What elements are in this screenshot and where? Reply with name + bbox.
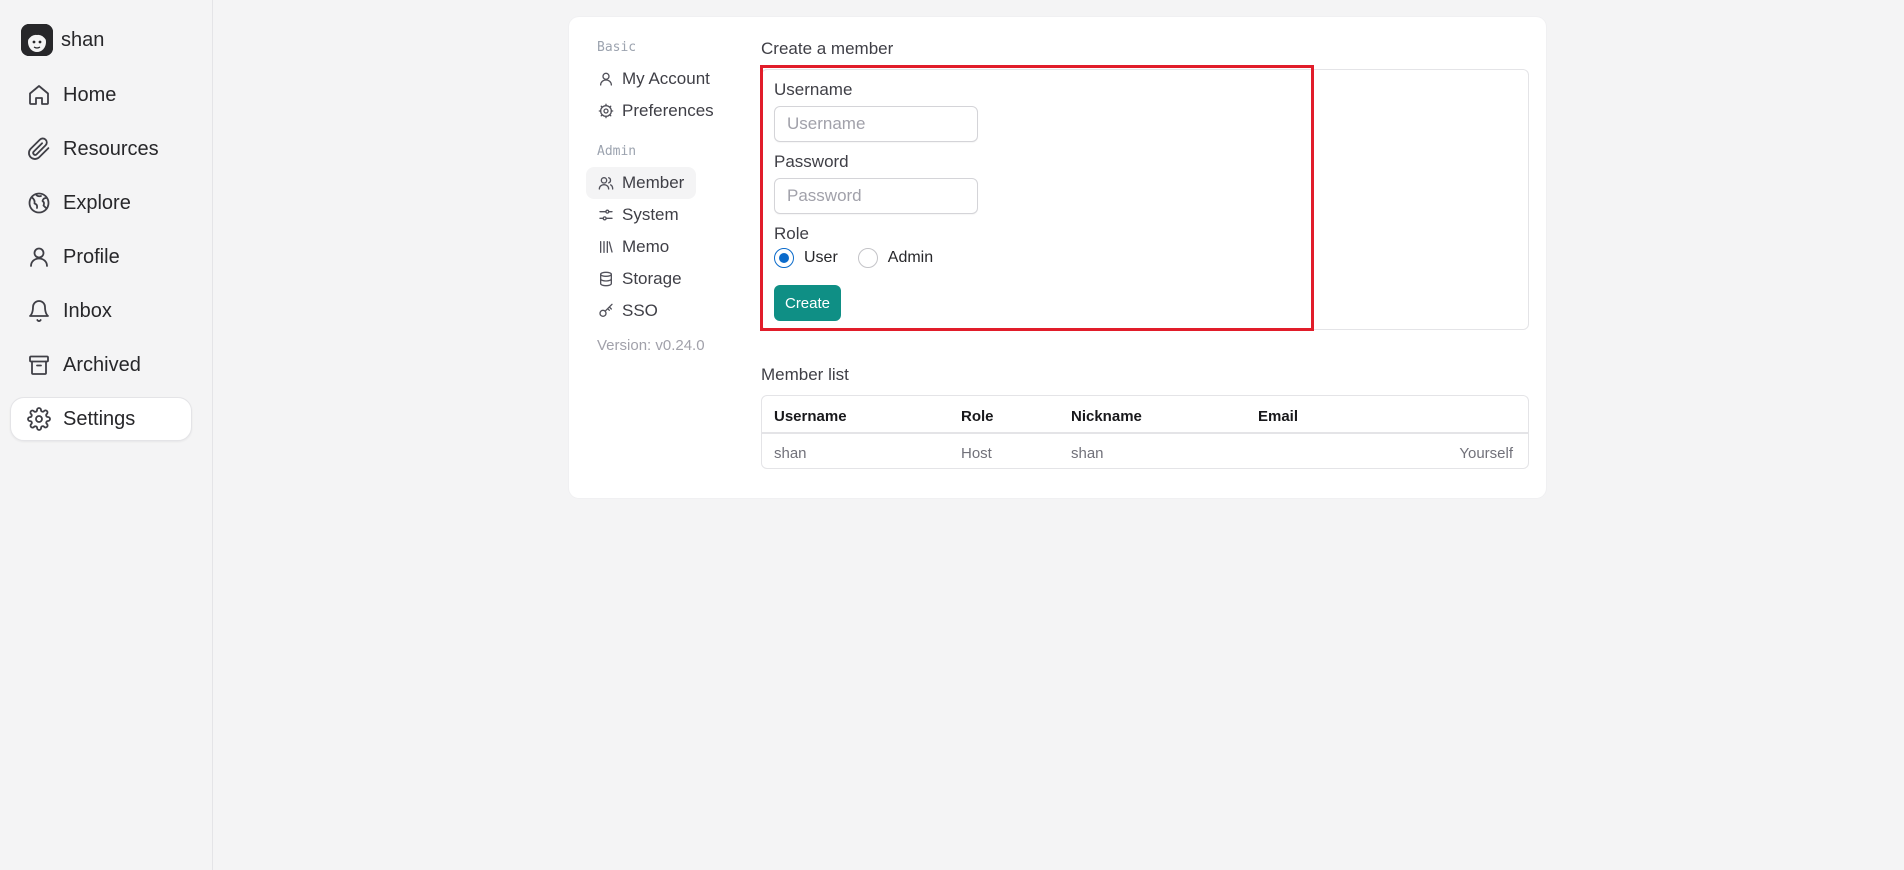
user-icon bbox=[30, 247, 48, 267]
nav-item-label: Settings bbox=[63, 407, 136, 430]
column-header-username: Username bbox=[774, 408, 847, 425]
globe-icon bbox=[28, 192, 50, 214]
menu-item-sso[interactable]: SSO bbox=[586, 295, 670, 327]
highlight-box bbox=[760, 65, 1314, 331]
menu-item-system[interactable]: System bbox=[586, 199, 691, 231]
nav-item-explore[interactable]: Explore bbox=[10, 181, 192, 225]
column-header-nickname: Nickname bbox=[1071, 408, 1142, 425]
menu-item-label: SSO bbox=[622, 301, 658, 320]
bell-icon bbox=[29, 300, 49, 322]
cell-username: shan bbox=[774, 445, 807, 462]
cell-action-yourself: Yourself bbox=[1459, 445, 1513, 462]
menu-item-label: Storage bbox=[622, 269, 682, 288]
menu-item-preferences[interactable]: Preferences bbox=[586, 95, 726, 127]
nav-item-label: Home bbox=[63, 83, 117, 106]
user-menu[interactable]: shan bbox=[21, 24, 104, 56]
library-icon bbox=[600, 241, 613, 253]
version-text: Version: v0.24.0 bbox=[597, 337, 705, 354]
menu-item-my-account[interactable]: My Account bbox=[586, 63, 722, 95]
member-list-title: Member list bbox=[761, 365, 849, 384]
cell-role: Host bbox=[961, 445, 992, 462]
column-header-email: Email bbox=[1258, 408, 1299, 425]
nav-item-label: Inbox bbox=[63, 299, 112, 322]
nav-item-profile[interactable]: Profile bbox=[10, 235, 192, 279]
nav-item-label: Profile bbox=[63, 245, 120, 268]
menu-item-label: Member bbox=[622, 173, 685, 192]
nav-item-archived[interactable]: Archived bbox=[10, 343, 192, 387]
database-icon bbox=[600, 271, 612, 287]
menu-item-label: System bbox=[622, 205, 679, 224]
home-icon bbox=[29, 85, 49, 105]
menu-item-label: Memo bbox=[622, 237, 670, 256]
nav-item-label: Resources bbox=[63, 137, 159, 160]
create-member-title: Create a member bbox=[761, 39, 894, 58]
user-icon bbox=[600, 72, 612, 86]
menu-item-label: Preferences bbox=[622, 101, 714, 120]
cog-icon bbox=[598, 103, 614, 119]
menu-item-storage[interactable]: Storage bbox=[586, 263, 694, 295]
menu-item-label: My Account bbox=[622, 69, 710, 88]
menu-item-memo[interactable]: Memo bbox=[586, 231, 681, 263]
key-icon bbox=[599, 303, 613, 317]
gear-icon bbox=[27, 407, 51, 431]
nav-item-resources[interactable]: Resources bbox=[10, 127, 192, 171]
header-divider bbox=[762, 432, 1528, 434]
nav-item-label: Explore bbox=[63, 191, 131, 214]
avatar bbox=[21, 24, 53, 56]
main-sidebar: shan Home Resources Explore Profile Inbo… bbox=[0, 0, 213, 870]
nav-item-label: Archived bbox=[63, 353, 141, 376]
column-header-role: Role bbox=[961, 408, 994, 425]
users-icon bbox=[598, 177, 614, 190]
member-table: Username Role Nickname Email shan Host s… bbox=[761, 395, 1529, 469]
nav-item-settings[interactable]: Settings bbox=[10, 397, 192, 441]
sliders-icon bbox=[599, 209, 613, 221]
section-title-admin: Admin bbox=[597, 144, 637, 159]
nav-item-inbox[interactable]: Inbox bbox=[10, 289, 192, 333]
paperclip-icon bbox=[28, 137, 50, 160]
section-title-basic: Basic bbox=[597, 40, 637, 55]
archive-icon bbox=[29, 355, 49, 375]
nav-item-home[interactable]: Home bbox=[10, 73, 192, 117]
menu-item-member[interactable]: Member bbox=[586, 167, 697, 199]
settings-card: Basic My Account Preferences Admin Membe… bbox=[569, 17, 1546, 498]
cell-nickname: shan bbox=[1071, 445, 1104, 462]
user-name: shan bbox=[61, 28, 105, 51]
